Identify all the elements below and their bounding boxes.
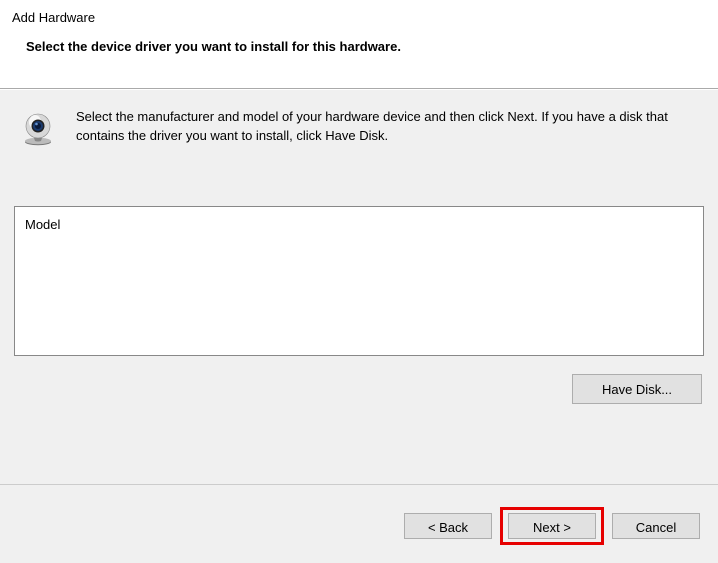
wizard-footer: < Back Next > Cancel — [0, 484, 718, 563]
back-button[interactable]: < Back — [404, 513, 492, 539]
next-button-highlight: Next > — [500, 507, 604, 545]
have-disk-button[interactable]: Have Disk... — [572, 374, 702, 404]
wizard-subtitle: Select the device driver you want to ins… — [12, 39, 706, 54]
instruction-row: Select the manufacturer and model of you… — [14, 108, 704, 146]
next-button[interactable]: Next > — [508, 513, 596, 539]
instruction-text: Select the manufacturer and model of you… — [76, 108, 704, 146]
window-title: Add Hardware — [12, 10, 706, 25]
model-list[interactable]: Model — [14, 206, 704, 356]
wizard-content: Select the manufacturer and model of you… — [0, 90, 718, 484]
wizard-header: Add Hardware Select the device driver yo… — [0, 0, 718, 88]
add-hardware-wizard: Add Hardware Select the device driver yo… — [0, 0, 718, 563]
model-list-header: Model — [25, 217, 693, 232]
have-disk-row: Have Disk... — [14, 374, 704, 404]
cancel-button[interactable]: Cancel — [612, 513, 700, 539]
webcam-icon — [20, 110, 56, 146]
